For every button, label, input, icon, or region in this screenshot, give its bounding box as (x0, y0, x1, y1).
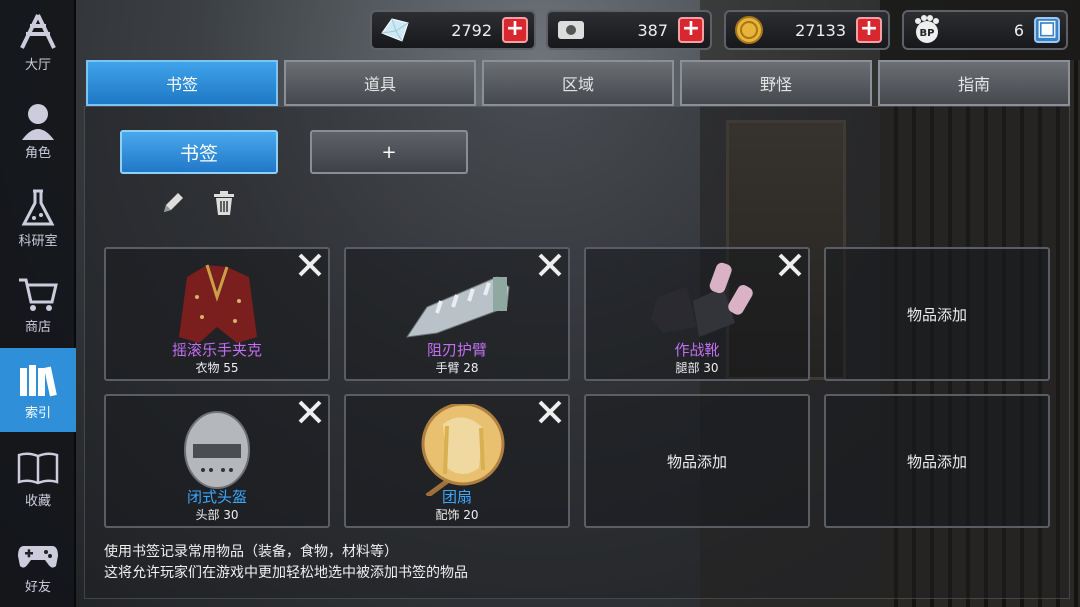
item-card[interactable]: 闭式头盔 头部 30 (104, 394, 330, 528)
gamepad-icon (15, 534, 61, 574)
add-item-label: 物品添加 (906, 453, 967, 471)
sidebar-item-lab[interactable]: 科研室 (0, 176, 76, 260)
item-card[interactable]: 阻刃护臂 手臂 28 (344, 247, 570, 381)
bookmark-info-text: 使用书签记录常用物品（装备，食物，材料等） 这将允许玩家们在游戏中更加轻松地选中… (104, 544, 468, 581)
sidebar-item-index[interactable]: 索引 (0, 348, 76, 432)
bp-counter: BP 6 ▣ (902, 10, 1068, 50)
svg-text:BP: BP (920, 28, 935, 39)
lobby-icon (15, 12, 61, 52)
item-detail: 头部 30 (195, 508, 239, 522)
ticket-counter: 387 + (546, 10, 712, 50)
item-name: 阻刃护臂 (426, 341, 487, 359)
arm-guard-image (397, 257, 517, 349)
empty-item-slot[interactable]: 物品添加 (824, 247, 1050, 381)
item-card[interactable]: 作战靴 腿部 30 (584, 247, 810, 381)
item-detail: 腿部 30 (675, 361, 719, 375)
item-name: 团扇 (441, 488, 472, 506)
item-card[interactable]: 摇滚乐手夹克 衣物 55 (104, 247, 330, 381)
ticket-icon (554, 15, 588, 45)
item-detail: 手臂 28 (435, 361, 479, 375)
remove-bookmark-icon[interactable] (296, 251, 324, 279)
buy-coin-button[interactable]: + (856, 17, 882, 43)
closed-helmet-image (157, 404, 277, 496)
add-item-label: 物品添加 (666, 453, 727, 471)
pencil-icon[interactable] (158, 188, 188, 218)
sidebar: 大厅 角色 科研室 商店 索引 收藏 好友 (0, 0, 76, 607)
item-detail: 配饰 20 (435, 508, 479, 522)
diamond-icon (378, 15, 412, 45)
add-item-label: 物品添加 (906, 306, 967, 324)
item-name: 作战靴 (674, 341, 720, 359)
remove-bookmark-icon[interactable] (776, 251, 804, 279)
flask-icon (15, 188, 61, 228)
empty-item-slot[interactable]: 物品添加 (824, 394, 1050, 528)
sidebar-item-lobby[interactable]: 大厅 (0, 0, 76, 84)
tab-areas[interactable]: 区域 (482, 60, 674, 106)
tab-bookmarks[interactable]: 书签 (86, 60, 278, 106)
remove-bookmark-icon[interactable] (296, 398, 324, 426)
trash-icon[interactable] (209, 188, 239, 218)
sidebar-item-shop[interactable]: 商店 (0, 262, 76, 346)
combat-boots-image (637, 257, 757, 349)
item-card[interactable]: 团扇 配饰 20 (344, 394, 570, 528)
bp-icon: BP (910, 15, 944, 45)
buy-ticket-button[interactable]: + (678, 17, 704, 43)
item-name: 闭式头盔 (186, 488, 247, 506)
books-icon (15, 360, 61, 400)
sidebar-item-character[interactable]: 角色 (0, 88, 76, 172)
remove-bookmark-icon[interactable] (536, 398, 564, 426)
item-detail: 衣物 55 (195, 361, 239, 375)
character-icon (15, 100, 61, 140)
diamond-counter: 2792 + (370, 10, 536, 50)
empty-item-slot[interactable]: 物品添加 (584, 394, 810, 528)
add-bookmark-set-button[interactable]: + (310, 130, 468, 174)
buy-diamond-button[interactable]: + (502, 17, 528, 43)
coin-icon (732, 15, 766, 45)
bp-card-button[interactable]: ▣ (1034, 17, 1060, 43)
sidebar-item-friends[interactable]: 好友 (0, 522, 76, 606)
sidebar-item-collection[interactable]: 收藏 (0, 436, 76, 520)
remove-bookmark-icon[interactable] (536, 251, 564, 279)
cart-icon (15, 274, 61, 314)
round-fan-image (397, 402, 517, 499)
tab-monsters[interactable]: 野怪 (680, 60, 872, 106)
item-name: 摇滚乐手夹克 (171, 341, 262, 359)
bookmark-set-button[interactable]: 书签 (120, 130, 278, 174)
tab-items[interactable]: 道具 (284, 60, 476, 106)
coin-counter: 27133 + (724, 10, 890, 50)
tab-guide[interactable]: 指南 (878, 60, 1070, 106)
book-icon (15, 448, 61, 488)
jacket-image (157, 257, 277, 349)
